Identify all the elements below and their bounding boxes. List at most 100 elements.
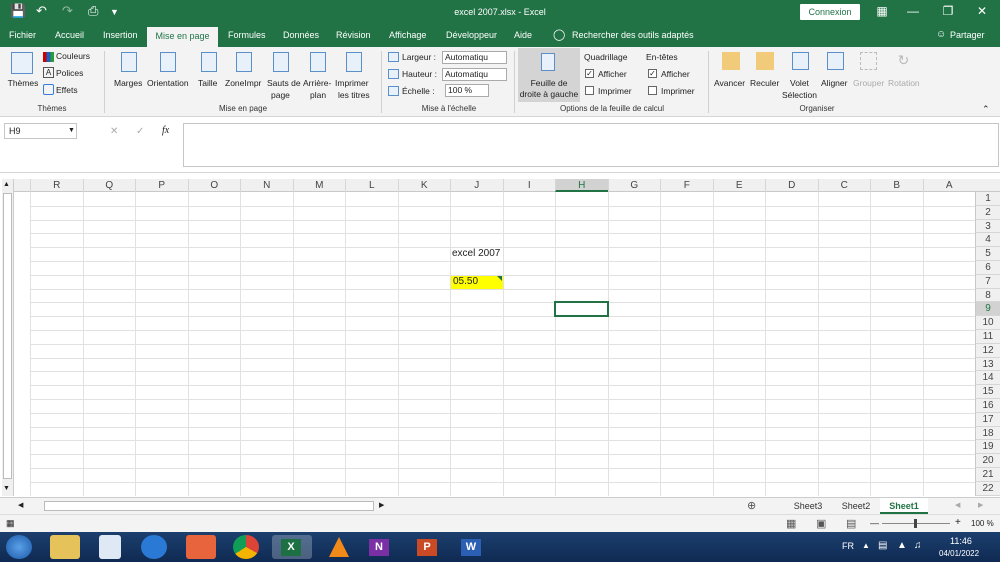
size-icon[interactable] (201, 52, 217, 72)
row-header-21[interactable]: 21 (976, 468, 1000, 482)
column-header-r[interactable]: R (30, 179, 83, 192)
minimize-button[interactable]: — (903, 4, 923, 18)
file-explorer-icon[interactable] (50, 535, 80, 559)
sheet-tab-sheet1[interactable]: Sheet1 (880, 498, 928, 514)
themes-button[interactable]: Thèmes (4, 78, 42, 89)
row-header-8[interactable]: 8 (976, 289, 1000, 303)
row-header-9[interactable]: 9 (976, 302, 1000, 317)
tab-affichage[interactable]: Affichage (389, 30, 426, 40)
zoom-out-icon[interactable]: — (870, 518, 879, 528)
zoom-slider-thumb[interactable] (914, 519, 917, 528)
row-header-13[interactable]: 13 (976, 358, 1000, 372)
column-header-g[interactable]: G (607, 179, 661, 192)
column-header-f[interactable]: F (660, 179, 713, 192)
language-indicator[interactable]: FR (842, 541, 854, 551)
search-tell-me[interactable]: Rechercher des outils adaptés (572, 30, 694, 40)
internet-explorer-icon[interactable] (141, 535, 167, 559)
row-header-17[interactable]: 17 (976, 413, 1000, 427)
close-button[interactable]: ✕ (972, 4, 992, 18)
column-header-k[interactable]: K (397, 179, 451, 192)
bring-forward-icon[interactable] (722, 52, 740, 70)
row-header-1[interactable]: 1 (976, 192, 1000, 206)
insert-function-icon[interactable]: fx (162, 125, 169, 136)
new-sheet-icon[interactable]: ⊕ (747, 499, 756, 512)
row-header-14[interactable]: 14 (976, 371, 1000, 386)
align-icon[interactable] (827, 52, 844, 70)
start-button[interactable] (6, 535, 32, 559)
tab-accueil[interactable]: Accueil (55, 30, 84, 40)
normal-view-icon[interactable]: ▦ (786, 517, 796, 530)
column-header-l[interactable]: L (345, 179, 398, 192)
tab-aide[interactable]: Aide (514, 30, 532, 40)
row-header-15[interactable]: 15 (976, 385, 1000, 399)
echelle-spinner[interactable]: 100 % (445, 84, 489, 97)
selection-pane-icon[interactable] (792, 52, 809, 70)
maximize-button[interactable]: ❐ (938, 4, 958, 18)
macro-record-icon[interactable]: ▦ (6, 518, 15, 529)
row-header-7[interactable]: 7 (976, 275, 1000, 289)
cell-j7[interactable]: 05.50 (451, 275, 503, 289)
clock-date[interactable]: 04/01/2022 (939, 549, 979, 558)
sheet-nav-right-icon[interactable]: ▶ (978, 501, 983, 509)
formula-input[interactable] (183, 123, 999, 167)
zoom-level[interactable]: 100 % (971, 519, 994, 528)
row-header-2[interactable]: 2 (976, 206, 1000, 220)
arriere-plan-button[interactable]: Arrière- (303, 78, 331, 89)
tab-mise-en-page[interactable]: Mise en page (147, 27, 218, 47)
clock-time[interactable]: 11:46 (950, 536, 972, 546)
background-icon[interactable] (310, 52, 326, 72)
effets-button[interactable]: Effets (56, 85, 78, 96)
avancer-button[interactable]: Avancer (714, 78, 745, 89)
row-header-5[interactable]: 5 (976, 247, 1000, 261)
row-header-10[interactable]: 10 (976, 316, 1000, 330)
imprimer-titres-button[interactable]: Imprimer (335, 78, 369, 89)
row-header-4[interactable]: 4 (976, 233, 1000, 248)
collapse-ribbon-icon[interactable]: ⌃ (982, 104, 990, 115)
column-header-j[interactable]: J (450, 179, 503, 192)
connexion-button[interactable]: Connexion (800, 4, 860, 20)
active-cell-selection[interactable] (554, 301, 609, 318)
cancel-icon[interactable]: ✕ (110, 126, 118, 137)
page-layout-view-icon[interactable]: ▣ (816, 517, 826, 530)
column-header-i[interactable]: I (502, 179, 556, 192)
sauts-button[interactable]: Sauts de (267, 78, 301, 89)
volet-button[interactable]: Volet (790, 78, 809, 89)
tab-revision[interactable]: Révision (336, 30, 371, 40)
margins-icon[interactable] (121, 52, 137, 72)
themes-icon[interactable] (11, 52, 33, 74)
column-header-a[interactable]: A (922, 179, 976, 192)
column-header-p[interactable]: P (135, 179, 188, 192)
hscroll-right-icon[interactable]: ▶ (379, 501, 384, 509)
ribbon-display-icon[interactable]: ▦ (872, 4, 892, 18)
quadrillage-afficher-checkbox[interactable]: ✓ (585, 69, 594, 78)
row-header-16[interactable]: 16 (976, 399, 1000, 413)
tab-formules[interactable]: Formules (228, 30, 266, 40)
tab-donnees[interactable]: Données (283, 30, 319, 40)
column-header-h[interactable]: H (555, 179, 608, 192)
error-indicator-icon[interactable] (496, 275, 502, 281)
taille-button[interactable]: Taille (198, 78, 217, 89)
marges-button[interactable]: Marges (114, 78, 142, 89)
vlc-icon[interactable] (329, 537, 349, 557)
breaks-icon[interactable] (273, 52, 289, 72)
send-backward-icon[interactable] (756, 52, 774, 70)
document-icon[interactable] (99, 535, 121, 559)
onenote-icon[interactable]: N (369, 539, 389, 556)
tab-developpeur[interactable]: Développeur (446, 30, 497, 40)
reculer-button[interactable]: Reculer (750, 78, 779, 89)
sheet-tab-sheet2[interactable]: Sheet2 (834, 498, 878, 514)
largeur-select[interactable]: Automatiqu (442, 51, 507, 64)
chrome-icon[interactable] (233, 535, 259, 559)
scroll-up-icon[interactable]: ▲ (3, 181, 10, 188)
row-header-11[interactable]: 11 (976, 330, 1000, 344)
sheet-nav-left-icon[interactable]: ◀ (955, 501, 960, 509)
entetes-imprimer-checkbox[interactable] (648, 86, 657, 95)
column-header-b[interactable]: B (870, 179, 923, 192)
sheet-tab-sheet3[interactable]: Sheet3 (786, 498, 830, 514)
powerpoint-icon[interactable]: P (417, 539, 437, 556)
column-header-e[interactable]: E (712, 179, 766, 192)
row-header-6[interactable]: 6 (976, 261, 1000, 275)
network-icon[interactable]: ▤ (878, 540, 887, 551)
cell-j5[interactable]: excel 2007 (452, 247, 500, 261)
tray-expand-icon[interactable]: ▲ (862, 541, 870, 550)
